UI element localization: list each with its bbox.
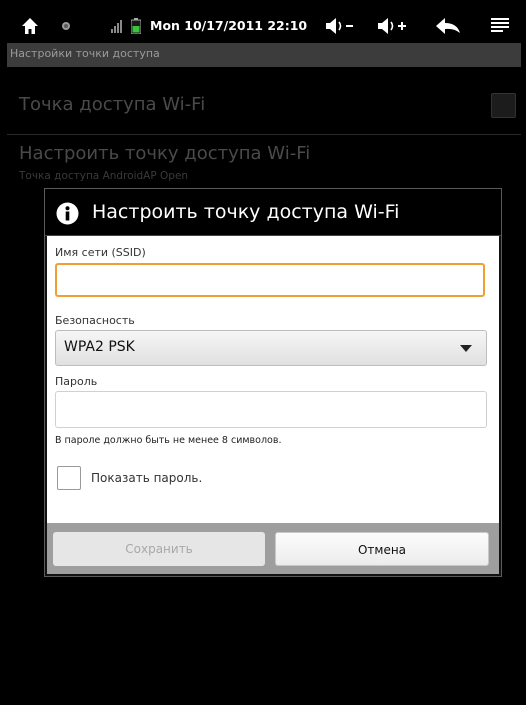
show-password-label: Показать пароль. <box>91 471 203 485</box>
security-select[interactable]: WPA2 PSK <box>55 330 487 366</box>
status-time: Mon 10/17/2011 22:10 <box>150 18 308 33</box>
password-hint: В пароле должно быть не менее 8 символов… <box>55 435 282 446</box>
volume-down-icon[interactable] <box>325 8 355 43</box>
menu-icon[interactable] <box>491 8 509 43</box>
configure-hotspot-dialog: Настроить точку доступа Wi-Fi Имя сети (… <box>44 188 502 577</box>
ssid-label: Имя сети (SSID) <box>55 246 146 259</box>
ssid-input[interactable] <box>55 263 485 297</box>
back-icon[interactable] <box>435 8 461 43</box>
security-selected-value: WPA2 PSK <box>64 339 135 355</box>
security-label: Безопасность <box>55 314 135 327</box>
signal-icon <box>111 8 125 43</box>
dialog-body: Имя сети (SSID) Безопасность WPA2 PSK Па… <box>47 236 499 523</box>
screen: Mon 10/17/2011 22:10 Настройки точки дос… <box>7 8 521 705</box>
pref-hotspot-toggle[interactable]: Точка доступа Wi-Fi <box>7 68 521 135</box>
password-input[interactable] <box>55 391 487 428</box>
password-label: Пароль <box>55 375 98 388</box>
dialog-button-bar: Сохранить Отмена <box>47 523 499 574</box>
pref-hotspot-label: Точка доступа Wi-Fi <box>19 94 206 115</box>
notification-dot-icon <box>61 8 71 43</box>
pref-configure-label: Настроить точку доступа Wi-Fi <box>19 143 311 164</box>
screen-title-bar: Настройки точки доступа <box>7 43 521 67</box>
show-password-checkbox[interactable] <box>57 466 81 490</box>
hotspot-checkbox[interactable] <box>491 93 516 118</box>
save-button[interactable]: Сохранить <box>53 532 265 566</box>
pref-configure-summary: Точка доступа AndroidAP Open <box>19 170 189 182</box>
dropdown-arrow-icon <box>460 345 472 352</box>
dialog-title-bar: Настроить точку доступа Wi-Fi <box>45 189 501 236</box>
home-icon[interactable] <box>21 8 39 43</box>
info-icon <box>56 202 79 225</box>
battery-icon <box>131 8 141 43</box>
volume-up-icon[interactable] <box>377 8 407 43</box>
screen-title: Настройки точки доступа <box>10 47 160 60</box>
cancel-button[interactable]: Отмена <box>275 532 489 566</box>
dialog-title: Настроить точку доступа Wi-Fi <box>92 201 400 223</box>
status-bar: Mon 10/17/2011 22:10 <box>7 8 521 43</box>
